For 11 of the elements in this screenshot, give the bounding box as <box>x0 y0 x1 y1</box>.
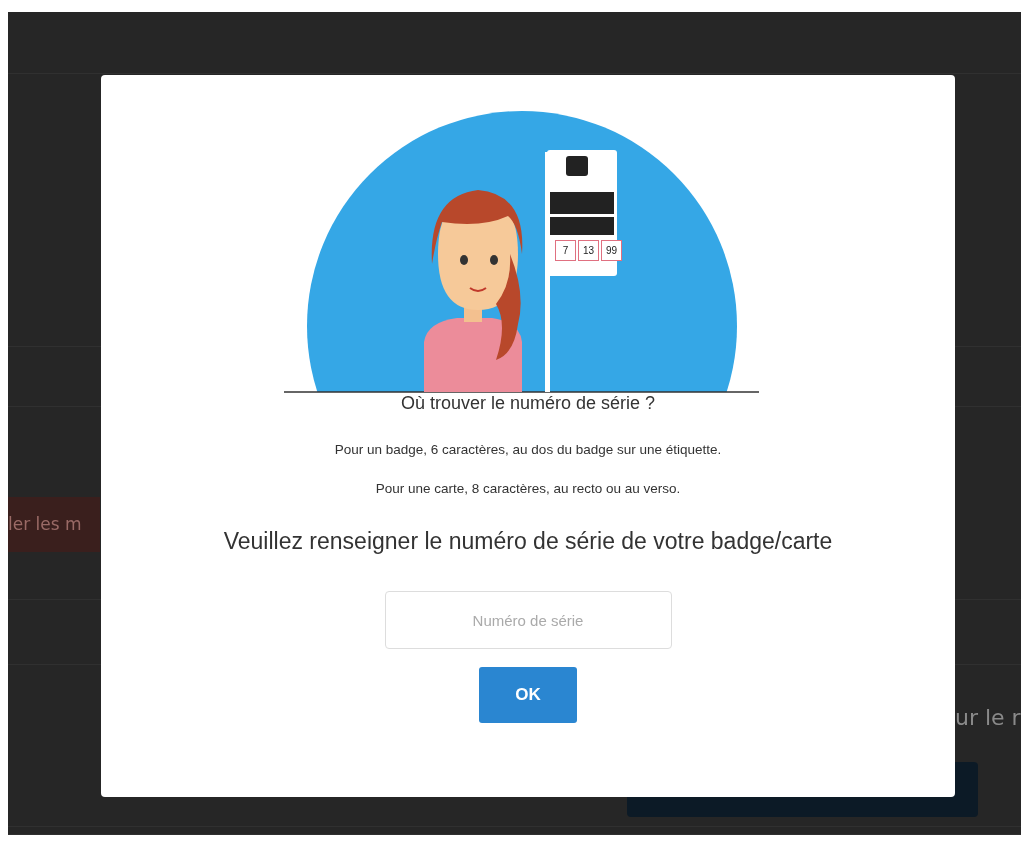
background-text: ur le r <box>955 705 1021 730</box>
bus-line-number: 99 <box>601 240 622 261</box>
serial-number-field[interactable]: Numéro de série <box>384 591 672 649</box>
prompt-heading: Veuillez renseigner le numéro de série de votre badge/carte <box>223 528 833 555</box>
bus-line-number: 13 <box>578 240 599 261</box>
button[interactable]: ler les m <box>8 497 100 552</box>
help-text: Pour un badge, 6 caractères, au dos du badge sur une étiquette. <box>334 442 722 457</box>
dialog-title: Où trouver le numéro de série ? <box>400 393 656 414</box>
ok-button[interactable]: OK <box>479 667 577 723</box>
help-text: Pour une carte, 8 caractères, au recto ou au verso. <box>375 481 681 496</box>
bus-line-number: 7 <box>555 240 576 261</box>
